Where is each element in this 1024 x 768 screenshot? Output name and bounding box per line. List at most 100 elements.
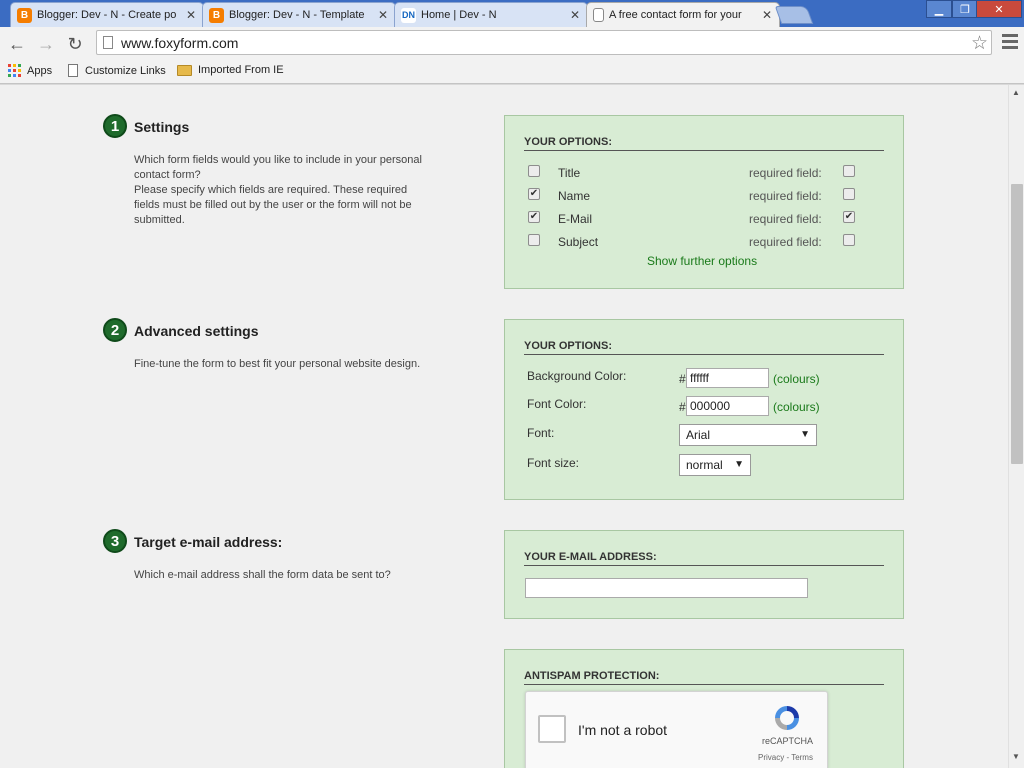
apps-icon (8, 64, 21, 77)
include-email-checkbox[interactable]: ✔ (528, 211, 540, 223)
antispam-panel: ANTISPAM PROTECTION: I'm not a robot reC… (504, 649, 904, 768)
required-name-checkbox[interactable] (843, 188, 855, 200)
browser-tab-1[interactable]: B Blogger: Dev - N - Create po ✕ (10, 2, 204, 27)
devn-icon: DN (401, 7, 416, 23)
include-title-checkbox[interactable] (528, 165, 540, 177)
reload-icon[interactable]: ↻ (63, 32, 87, 56)
desc-line: Which form fields would you like to incl… (134, 154, 422, 166)
page-viewport: 1 Settings Which form fields would you l… (0, 85, 1008, 768)
scroll-down-arrow-icon[interactable]: ▼ (1012, 752, 1020, 761)
dropdown-arrow-icon: ▼ (734, 459, 744, 470)
bookmark-apps[interactable]: Apps (8, 64, 52, 77)
close-icon[interactable]: ✕ (185, 8, 197, 22)
maximize-button[interactable]: ❐ (952, 0, 978, 18)
menu-icon[interactable] (1002, 34, 1018, 52)
step-number-badge: 2 (103, 318, 127, 342)
folder-icon (177, 64, 192, 76)
bookmark-label: Imported From IE (198, 64, 284, 76)
scrollbar-thumb[interactable] (1011, 184, 1023, 464)
step-description: Which e-mail address shall the form data… (134, 568, 464, 583)
browser-tab-2[interactable]: B Blogger: Dev - N - Template ✕ (202, 2, 396, 27)
blogger-icon: B (209, 7, 224, 23)
font-color-input[interactable]: 000000 (686, 396, 769, 416)
recaptcha-widget: I'm not a robot reCAPTCHA Privacy - Term… (525, 691, 828, 768)
select-value: Arial (686, 428, 711, 442)
recaptcha-label: I'm not a robot (578, 722, 668, 738)
desc-line: Which e-mail address shall the form data… (134, 569, 391, 581)
required-subject-checkbox[interactable] (843, 234, 855, 246)
desc-line: fields must be filled out by the user or… (134, 199, 412, 211)
colours-link[interactable]: (colours) (773, 372, 820, 386)
browser-tab-3[interactable]: DN Home | Dev - N ✕ (394, 2, 588, 27)
show-further-options-link[interactable]: Show further options (647, 254, 757, 268)
back-arrow-icon[interactable]: ← (5, 32, 29, 56)
tab-title: Blogger: Dev - N - Create po (37, 9, 177, 21)
new-tab-button[interactable] (774, 6, 814, 24)
step-description: Fine-tune the form to best fit your pers… (134, 357, 464, 372)
desc-line: Fine-tune the form to best fit your pers… (134, 358, 421, 370)
step-number-badge: 3 (103, 529, 127, 553)
close-icon[interactable]: ✕ (377, 8, 389, 22)
bookmarks-bar: Apps Customize Links Imported From IE (0, 60, 1024, 84)
font-color-label: Font Color: (527, 397, 587, 411)
required-label: required field: (749, 212, 822, 226)
desc-line: contact form? (134, 169, 201, 181)
field-label: Title (558, 166, 581, 180)
background-color-input[interactable]: ffffff (686, 368, 769, 388)
options-panel-fields: YOUR OPTIONS: Title required field: ✔ Na… (504, 115, 904, 289)
browser-tab-4-active[interactable]: A free contact form for your ✕ (586, 2, 780, 27)
required-title-checkbox[interactable] (843, 165, 855, 177)
target-email-input[interactable] (525, 578, 808, 598)
field-label: Name (558, 189, 591, 203)
forward-arrow-icon[interactable]: → (34, 32, 58, 56)
address-bar[interactable]: www.foxyform.com ☆ (96, 30, 992, 55)
bookmark-customize-links[interactable]: Customize Links (68, 64, 166, 77)
select-value: normal (686, 458, 723, 472)
step-title: Target e-mail address: (134, 534, 283, 550)
tab-title: Blogger: Dev - N - Template (229, 9, 365, 21)
desc-line: Please specify which fields are required… (134, 184, 408, 196)
close-icon[interactable]: ✕ (761, 8, 773, 22)
required-label: required field: (749, 235, 822, 249)
recaptcha-checkbox[interactable] (538, 715, 566, 743)
colours-link[interactable]: (colours) (773, 400, 820, 414)
font-size-select[interactable]: normal ▼ (679, 454, 751, 476)
panel-heading: YOUR OPTIONS: (524, 340, 884, 355)
recaptcha-brand: reCAPTCHA (762, 736, 814, 746)
bookmark-label: Apps (27, 64, 53, 77)
minimize-button[interactable]: ▁ (926, 0, 952, 18)
page-icon (593, 8, 604, 22)
dropdown-arrow-icon: ▼ (800, 429, 810, 440)
include-name-checkbox[interactable]: ✔ (528, 188, 540, 200)
required-email-checkbox[interactable]: ✔ (843, 211, 855, 223)
page-scrollbar[interactable]: ▲ ▼ (1008, 85, 1024, 768)
step-description: Which form fields would you like to incl… (134, 153, 464, 228)
desc-line: submitted. (134, 214, 185, 226)
bookmark-label: Customize Links (85, 64, 166, 77)
font-label: Font: (527, 426, 555, 440)
page-icon (68, 64, 78, 77)
tab-strip: B Blogger: Dev - N - Create po ✕ B Blogg… (0, 0, 1024, 27)
close-icon[interactable]: ✕ (569, 8, 581, 22)
panel-heading: YOUR OPTIONS: (524, 136, 884, 151)
close-window-button[interactable]: ✕ (976, 0, 1022, 18)
tab-title: A free contact form for your (609, 9, 742, 21)
panel-heading: YOUR E-MAIL ADDRESS: (524, 551, 884, 566)
scroll-up-arrow-icon[interactable]: ▲ (1012, 88, 1020, 97)
browser-toolbar: ← → ↻ www.foxyform.com ☆ (0, 27, 1024, 60)
recaptcha-terms-link[interactable]: Privacy - Terms (758, 753, 813, 762)
include-subject-checkbox[interactable] (528, 234, 540, 246)
page-icon (103, 36, 113, 49)
step-title: Advanced settings (134, 323, 259, 339)
step-number-badge: 1 (103, 114, 127, 138)
bookmark-star-icon[interactable]: ☆ (971, 32, 988, 55)
font-select[interactable]: Arial ▼ (679, 424, 817, 446)
step-title: Settings (134, 119, 190, 135)
bookmark-imported-from-ie[interactable]: Imported From IE (177, 64, 284, 76)
background-color-label: Background Color: (527, 369, 627, 383)
url-text: www.foxyform.com (121, 34, 239, 51)
field-label: Subject (558, 235, 599, 249)
options-panel-design: YOUR OPTIONS: Background Color: # ffffff… (504, 319, 904, 500)
font-size-label: Font size: (527, 456, 580, 470)
email-panel: YOUR E-MAIL ADDRESS: (504, 530, 904, 619)
